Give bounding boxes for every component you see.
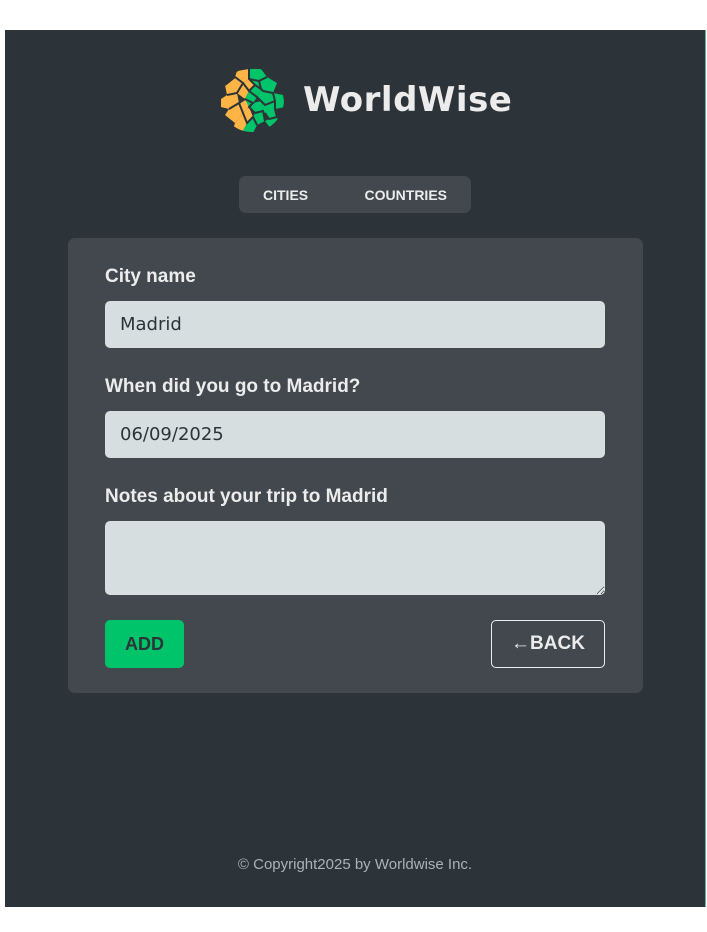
- add-button[interactable]: Add: [105, 620, 184, 668]
- city-name-label: City name: [105, 266, 196, 287]
- nav-cities-link[interactable]: Cities: [263, 187, 308, 203]
- app-nav: Cities Countries: [239, 176, 471, 213]
- nav-countries-link[interactable]: Countries: [365, 187, 447, 203]
- back-button[interactable]: ←BACK: [491, 620, 605, 668]
- date-label: When did you go to Madrid?: [105, 376, 361, 397]
- globe-logo-icon: [220, 68, 284, 132]
- logo-text: WorldWise: [303, 80, 513, 120]
- notes-textarea[interactable]: [105, 521, 605, 595]
- app-container: WorldWise Cities Countries City name Whe…: [5, 30, 706, 907]
- back-button-label: ←BACK: [511, 633, 585, 654]
- copyright-footer: © Copyright2025 by Worldwise Inc.: [237, 856, 473, 873]
- logo[interactable]: WorldWise: [219, 67, 512, 133]
- date-input[interactable]: [105, 411, 605, 458]
- notes-label: Notes about your trip to Madrid: [105, 486, 388, 507]
- add-city-form: City name When did you go to Madrid? Not…: [68, 238, 643, 693]
- city-name-input[interactable]: [105, 301, 605, 348]
